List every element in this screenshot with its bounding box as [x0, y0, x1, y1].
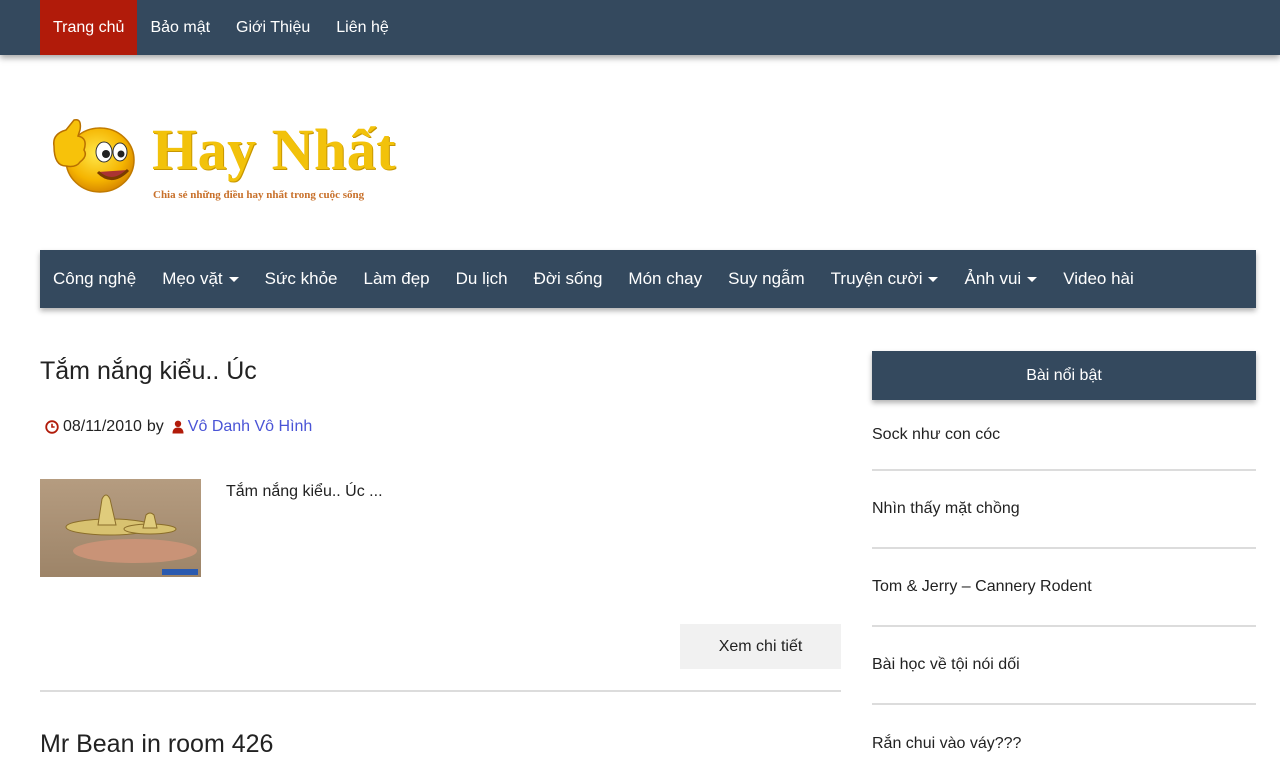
featured-post-link[interactable]: Bài học về tội nói dối: [872, 627, 1256, 705]
logo-title: Hay Nhất: [152, 117, 397, 182]
post-meta: 08/11/2010 by Vô Danh Vô Hình: [45, 418, 312, 436]
post-divider: [40, 690, 841, 692]
catnav-item-travel[interactable]: Du lịch: [443, 250, 521, 308]
catnav-label: Làm đẹp: [363, 269, 430, 288]
catnav-item-jokes[interactable]: Truyện cười: [818, 250, 952, 308]
sidebar: Bài nổi bật Sock như con cóc Nhìn thấy m…: [872, 351, 1256, 783]
site-logo[interactable]: Hay Nhất Chia sẻ những điều hay nhất tro…: [48, 108, 438, 213]
top-navbar: Trang chủ Bảo mật Giới Thiệu Liên hệ: [0, 0, 1280, 55]
post-by: by: [146, 418, 164, 435]
featured-post-link[interactable]: Tom & Jerry – Cannery Rodent: [872, 549, 1256, 627]
catnav-label: Sức khỏe: [264, 269, 338, 288]
category-navbar: Công nghệ Mẹo vặt Sức khỏe Làm đẹp Du lị…: [40, 250, 1256, 308]
featured-posts-list: Sock như con cóc Nhìn thấy mặt chồng Tom…: [872, 400, 1256, 783]
post-thumbnail-image: [40, 479, 201, 577]
logo-tagline: Chia sẻ những điều hay nhất trong cuộc s…: [153, 189, 365, 201]
caret-down-icon: [928, 276, 939, 282]
user-icon: [172, 420, 184, 434]
catnav-item-health[interactable]: Sức khỏe: [252, 250, 351, 308]
catnav-label: Suy ngẫm: [728, 269, 805, 288]
featured-post-link[interactable]: Nhìn thấy mặt chồng: [872, 471, 1256, 549]
catnav-label: Món chay: [628, 269, 703, 288]
catnav-item-funny-photos[interactable]: Ảnh vui: [951, 250, 1050, 308]
catnav-item-tips[interactable]: Mẹo vặt: [149, 250, 251, 308]
caret-down-icon: [1027, 276, 1038, 282]
post-date: 08/11/2010: [63, 418, 142, 435]
topnav-item-security[interactable]: Bảo mật: [137, 0, 223, 55]
catnav-label: Ảnh vui: [964, 269, 1022, 288]
post-title[interactable]: Mr Bean in room 426: [40, 730, 273, 759]
featured-post-link[interactable]: Sock như con cóc: [872, 400, 1256, 471]
catnav-label: Đời sống: [533, 269, 603, 288]
catnav-item-beauty[interactable]: Làm đẹp: [350, 250, 442, 308]
caret-down-icon: [228, 276, 239, 282]
catnav-item-funny-videos[interactable]: Video hài: [1050, 250, 1147, 308]
catnav-item-technology[interactable]: Công nghệ: [40, 250, 149, 308]
topnav-item-about[interactable]: Giới Thiệu: [223, 0, 323, 55]
post-excerpt: Tắm nắng kiểu.. Úc ...: [226, 483, 383, 500]
topnav-item-contact[interactable]: Liên hệ: [323, 0, 402, 55]
catnav-label: Mẹo vặt: [162, 269, 223, 288]
featured-posts-title: Bài nổi bật: [872, 351, 1256, 400]
catnav-label: Công nghệ: [53, 269, 137, 288]
catnav-item-life[interactable]: Đời sống: [521, 250, 616, 308]
featured-post-link[interactable]: Rắn chui vào váy???: [872, 705, 1256, 783]
clock-icon: [45, 420, 59, 434]
post-title[interactable]: Tắm nắng kiểu.. Úc: [40, 357, 257, 386]
catnav-item-vegetarian[interactable]: Món chay: [615, 250, 715, 308]
topnav-item-home[interactable]: Trang chủ: [40, 0, 138, 55]
read-more-button[interactable]: Xem chi tiết: [680, 624, 841, 669]
catnav-label: Truyện cười: [830, 269, 923, 288]
catnav-item-reflection[interactable]: Suy ngẫm: [715, 250, 818, 308]
post-author-link[interactable]: Vô Danh Vô Hình: [188, 418, 313, 436]
thumbs-up-smiley-icon: [53, 118, 135, 193]
catnav-label: Video hài: [1063, 269, 1134, 288]
post-thumbnail[interactable]: [40, 479, 201, 577]
catnav-label: Du lịch: [455, 269, 508, 288]
